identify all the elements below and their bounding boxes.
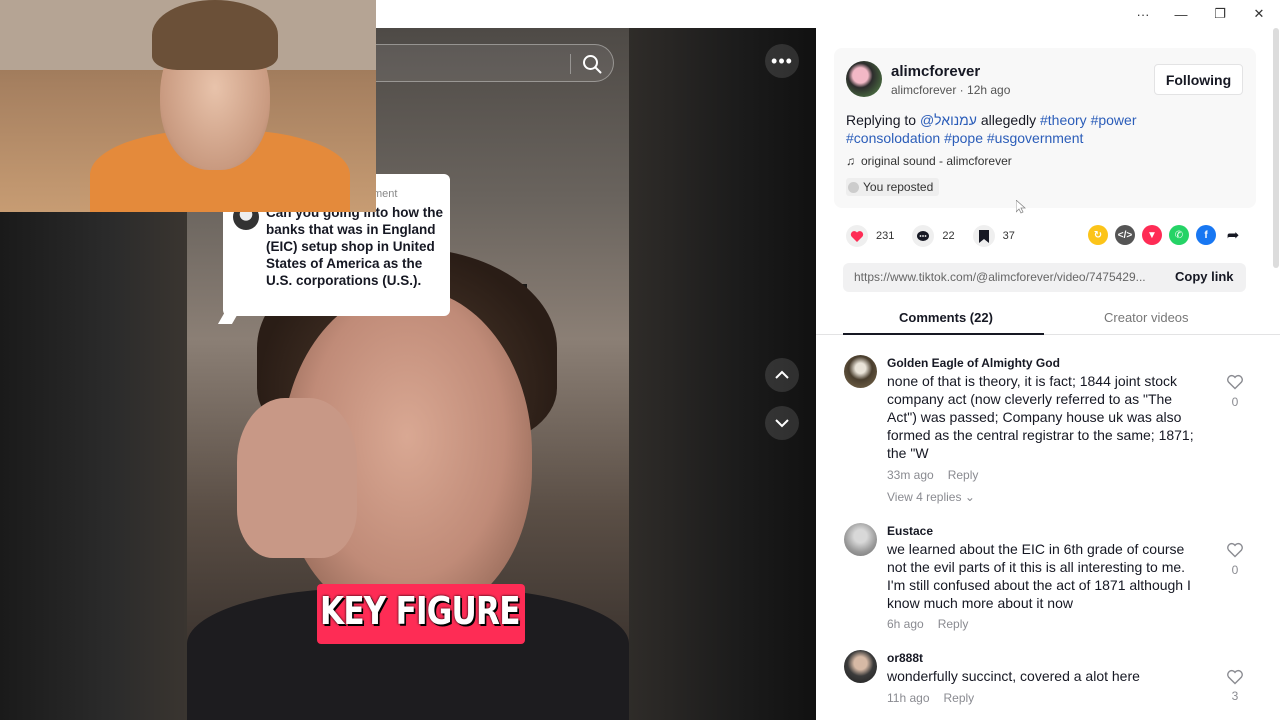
comment-item: Eustace we learned about the EIC in 6th …: [816, 523, 1280, 633]
commenter-avatar[interactable]: [844, 523, 877, 556]
chevron-down-icon: [775, 419, 789, 428]
comment-like-icon[interactable]: [1226, 669, 1244, 685]
send-to-friends-icon[interactable]: ▼: [1142, 225, 1162, 245]
search-divider: [570, 54, 571, 74]
search-input[interactable]: [376, 44, 614, 82]
comment-text: none of that is theory, it is fact; 1844…: [887, 373, 1194, 461]
like-count: 231: [876, 230, 895, 242]
comment-time: 6h ago: [887, 617, 924, 631]
webcam-overlay: [0, 0, 376, 212]
share-icons: ↻ </> ▼ ✆ f ➦: [1088, 225, 1243, 245]
comment-like-count: 0: [1231, 395, 1239, 409]
author-meta: alimcforever · 12h ago: [891, 83, 1011, 97]
copy-link-button[interactable]: Copy link: [1175, 269, 1234, 284]
next-video-button[interactable]: [765, 406, 799, 440]
previous-video-button[interactable]: [765, 358, 799, 392]
heart-icon: [846, 225, 868, 247]
whatsapp-icon[interactable]: ✆: [1169, 225, 1189, 245]
repost-label: You reposted: [863, 180, 934, 194]
minimize-button[interactable]: —: [1169, 4, 1193, 24]
search-icon[interactable]: [581, 53, 603, 75]
following-button[interactable]: Following: [1154, 64, 1243, 95]
details-panel: alimcforever alimcforever · 12h ago Foll…: [816, 28, 1280, 720]
reply-button[interactable]: Reply: [948, 468, 979, 482]
reply-text: Can you going into how the banks that wa…: [266, 205, 443, 288]
comment-tabs: Comments (22) Creator videos: [816, 302, 1280, 335]
chevron-up-icon: [775, 370, 789, 379]
facebook-icon[interactable]: f: [1196, 225, 1216, 245]
person-hand: [237, 398, 357, 558]
comment-icon: [912, 225, 935, 247]
video-caption: KEY FIGURE: [320, 589, 521, 633]
comment-time: 11h ago: [887, 691, 930, 705]
window-titlebar: ··· — ❐ ✕: [376, 0, 1280, 28]
comment-text: wonderfully succinct, covered a alot her…: [887, 668, 1140, 684]
comment-count: 22: [942, 230, 955, 242]
comment-item: or888t wonderfully succinct, covered a a…: [816, 650, 1280, 720]
author-name[interactable]: alimcforever: [891, 63, 980, 80]
post-actions: 231 22 37: [846, 224, 1033, 248]
author-avatar[interactable]: [846, 61, 882, 97]
video-more-button[interactable]: •••: [765, 44, 799, 78]
webcam-hair: [152, 0, 278, 70]
more-options-icon[interactable]: ···: [1131, 4, 1155, 24]
hashtags-line2[interactable]: #consolodation #pope #usgovernment: [846, 130, 1083, 146]
comment-action[interactable]: 22: [912, 225, 955, 247]
commenter-avatar[interactable]: [844, 355, 877, 388]
panel-scrollbar[interactable]: [1273, 28, 1279, 268]
link-box: https://www.tiktok.com/@alimcforever/vid…: [843, 263, 1246, 292]
desc-prefix: Replying to: [846, 112, 920, 128]
mention-link[interactable]: @עמנואל: [920, 112, 977, 128]
comment-meta: 33m ago Reply: [887, 468, 992, 482]
embed-code-icon[interactable]: </>: [1115, 225, 1135, 245]
comment-like-icon[interactable]: [1226, 374, 1244, 390]
commenter-name[interactable]: Golden Eagle of Almighty God: [887, 356, 1060, 370]
post-description: Replying to @עמנואל allegedly #theory #p…: [846, 111, 1246, 147]
sound-link[interactable]: ♫ original sound - alimcforever: [846, 154, 1012, 168]
restore-button[interactable]: ❐: [1208, 4, 1232, 24]
comment-time: 33m ago: [887, 468, 934, 482]
view-replies-button[interactable]: View 4 replies ⌄: [887, 490, 975, 504]
music-note-icon: ♫: [846, 154, 855, 168]
hashtags-line1[interactable]: #theory #power: [1040, 112, 1137, 128]
commenter-name[interactable]: or888t: [887, 651, 923, 665]
post-info-card: alimcforever alimcforever · 12h ago Foll…: [834, 48, 1256, 214]
comment-item: Golden Eagle of Almighty God none of tha…: [816, 355, 1280, 515]
video-url: https://www.tiktok.com/@alimcforever/vid…: [854, 270, 1146, 284]
reply-button[interactable]: Reply: [944, 691, 975, 705]
comment-meta: 6h ago Reply: [887, 617, 982, 631]
like-action[interactable]: 231: [846, 225, 894, 247]
active-tab-underline: [843, 333, 1044, 335]
mouse-cursor-icon: [1016, 200, 1026, 214]
repost-avatar-icon: [848, 181, 859, 193]
reply-button[interactable]: Reply: [938, 617, 969, 631]
comment-meta: 11h ago Reply: [887, 691, 988, 705]
tab-comments[interactable]: Comments (22): [899, 310, 993, 325]
view-replies-label: View 4 replies: [887, 490, 962, 504]
close-button[interactable]: ✕: [1247, 4, 1271, 24]
reply-label: ment: [373, 188, 398, 200]
comment-like-icon[interactable]: [1226, 542, 1244, 558]
sound-label: original sound - alimcforever: [861, 154, 1012, 168]
comment-text: we learned about the EIC in 6th grade of…: [887, 541, 1191, 611]
save-count: 37: [1002, 230, 1015, 242]
repost-badge: You reposted: [846, 178, 940, 196]
bookmark-icon: [972, 225, 995, 247]
tab-creator-videos[interactable]: Creator videos: [1104, 310, 1189, 325]
comment-like-count: 3: [1231, 689, 1239, 703]
share-arrow-icon[interactable]: ➦: [1223, 225, 1243, 245]
save-action[interactable]: 37: [972, 225, 1015, 247]
comment-like-count: 0: [1231, 563, 1239, 577]
chevron-down-icon: ⌄: [964, 490, 975, 504]
commenter-avatar[interactable]: [844, 650, 877, 683]
desc-mid: allegedly: [976, 112, 1040, 128]
repost-share-icon[interactable]: ↻: [1088, 225, 1108, 245]
commenter-name[interactable]: Eustace: [887, 524, 933, 538]
